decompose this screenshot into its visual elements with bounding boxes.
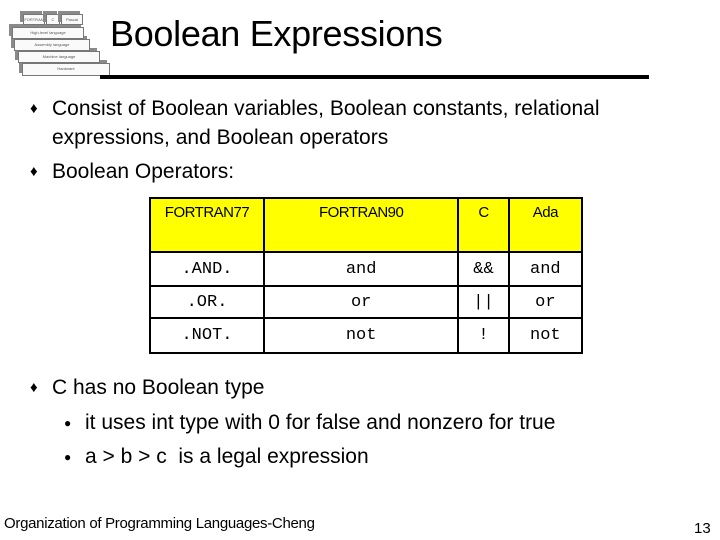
table-cell: or <box>507 285 584 319</box>
table-cell: ! <box>457 317 510 354</box>
boolean-operators-table: FORTRAN77 FORTRAN90 C Ada .AND. and && a… <box>149 197 584 354</box>
sub-bullet-text: a > b > c is a legal expression <box>85 445 369 468</box>
bullet-text: C has no Boolean type <box>52 376 265 399</box>
table-header: FORTRAN90 <box>262 197 460 253</box>
slide-title: Boolean Expressions <box>110 13 443 54</box>
logo-layer: FORTRAN <box>23 14 45 25</box>
table-cell: .AND. <box>149 251 265 287</box>
logo-layer: Machine language <box>18 51 100 63</box>
table-header: Ada <box>507 197 584 253</box>
diamond-bullet-icon: ♦ <box>30 163 38 180</box>
dot-bullet-icon: ● <box>64 450 72 464</box>
sub-bullet-text: it uses int type with 0 for false and no… <box>85 411 556 434</box>
logo-layer: Assembly language <box>14 39 90 51</box>
table-cell: and <box>507 251 584 287</box>
logo-layer: Pascal <box>61 14 83 25</box>
table-cell: not <box>262 317 460 354</box>
table-cell: && <box>457 251 510 287</box>
table-header: C <box>457 197 510 253</box>
table-header-row: FORTRAN77 FORTRAN90 C Ada <box>149 197 584 253</box>
title-underline <box>100 75 649 79</box>
table-row: .NOT. not ! not <box>149 317 584 354</box>
table-cell: .OR. <box>149 285 265 319</box>
table-cell: or <box>262 285 460 319</box>
logo-layer: Hardware <box>22 63 110 76</box>
table-cell: not <box>507 317 584 354</box>
table-row: .OR. or || or <box>149 285 584 319</box>
logo-layer: High-level language <box>12 27 84 39</box>
bullet-text: expressions, and Boolean operators <box>52 126 389 149</box>
dot-bullet-icon: ● <box>64 416 72 430</box>
table-cell: || <box>457 285 510 319</box>
table-cell: and <box>262 251 460 287</box>
table-cell: .NOT. <box>149 317 265 354</box>
table-header: FORTRAN77 <box>149 197 265 253</box>
bullet-text: Consist of Boolean variables, Boolean co… <box>52 97 600 120</box>
footer-text: Organization of Programming Languages-Ch… <box>4 515 315 532</box>
language-pyramid-icon: Hardware Machine language Assembly langu… <box>2 2 110 76</box>
table-row: .AND. and && and <box>149 251 584 287</box>
bullet-text: Boolean Operators: <box>52 160 235 183</box>
diamond-bullet-icon: ♦ <box>30 379 38 396</box>
diamond-bullet-icon: ♦ <box>30 100 38 117</box>
logo-layer: C <box>46 14 60 25</box>
page-number: 13 <box>694 520 711 537</box>
